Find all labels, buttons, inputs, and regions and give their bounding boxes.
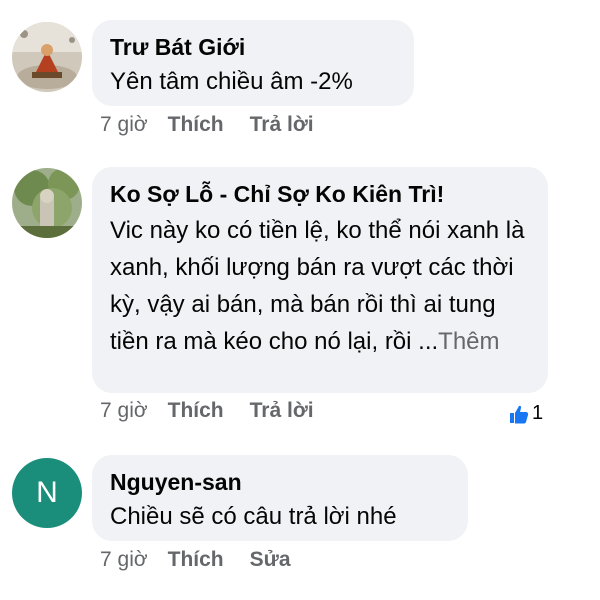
comment-time[interactable]: 7 giờ xyxy=(100,399,148,423)
comment-text: Vic này ko có tiền lệ, ko thể nói xanh l… xyxy=(110,212,532,360)
comment-actions: 7 giờ Thích Trả lời xyxy=(100,113,340,137)
like-icon xyxy=(508,403,530,425)
comment-text: Yên tâm chiều âm -2% xyxy=(110,68,353,95)
comment-author[interactable]: Trư Bát Giới xyxy=(110,33,398,61)
comment-bubble: Trư Bát Giới Yên tâm chiều âm -2% xyxy=(92,20,414,106)
avatar-ko-so-lo[interactable] xyxy=(12,168,82,238)
edit-button[interactable]: Sửa xyxy=(250,548,291,572)
reply-button[interactable]: Trả lời xyxy=(250,399,314,423)
reply-button[interactable]: Trả lời xyxy=(250,113,314,137)
avatar-tru-bat-gioi[interactable] xyxy=(12,22,82,92)
comment-actions: 7 giờ Thích Sửa xyxy=(100,548,317,572)
comment-author[interactable]: Nguyen-san xyxy=(110,468,452,496)
avatar-image xyxy=(12,22,82,92)
comment-actions: 7 giờ Thích Trả lời xyxy=(100,399,340,423)
avatar-nguyen-san[interactable]: N xyxy=(12,458,82,528)
like-button[interactable]: Thích xyxy=(168,113,224,137)
comment-time[interactable]: 7 giờ xyxy=(100,113,148,137)
reaction-summary[interactable]: 1 xyxy=(508,402,543,425)
like-button[interactable]: Thích xyxy=(168,548,224,572)
see-more-link[interactable]: Thêm xyxy=(438,328,499,355)
comment-bubble: Nguyen-san Chiều sẽ có câu trả lời nhé xyxy=(92,455,468,541)
reaction-count: 1 xyxy=(532,402,544,424)
like-button[interactable]: Thích xyxy=(168,399,224,423)
comment-author[interactable]: Ko Sợ Lỗ - Chỉ Sợ Ko Kiên Trì! xyxy=(110,180,532,208)
comment-time[interactable]: 7 giờ xyxy=(100,548,148,572)
avatar-initial: N xyxy=(36,476,58,509)
avatar-image xyxy=(12,168,82,238)
comment-text: Chiều sẽ có câu trả lời nhé xyxy=(110,503,397,530)
comment-bubble: Ko Sợ Lỗ - Chỉ Sợ Ko Kiên Trì! Vic này k… xyxy=(92,167,548,393)
